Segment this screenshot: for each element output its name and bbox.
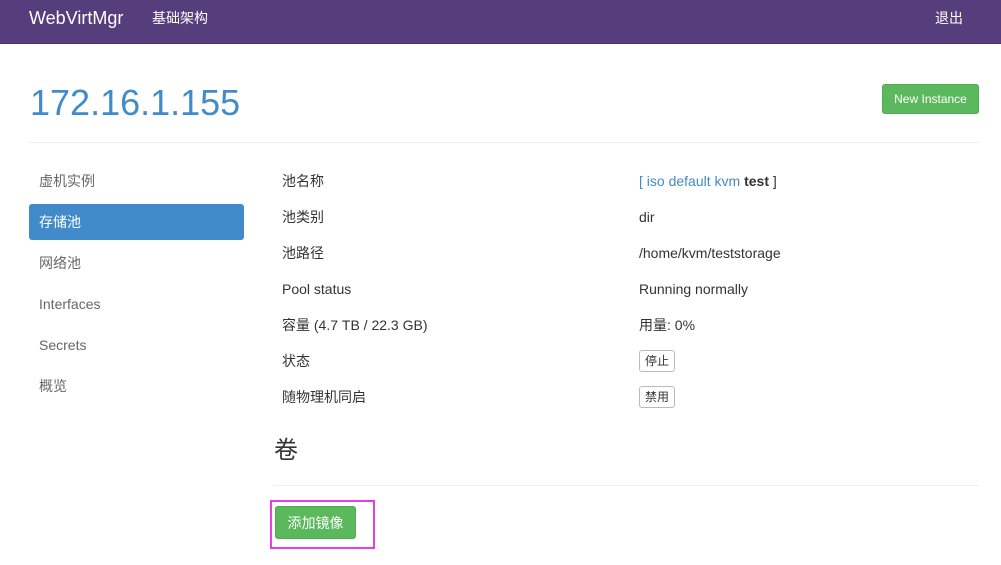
sidebar-item-instances[interactable]: 虚机实例 [29, 163, 244, 199]
table-row: 随物理机同启 禁用 [273, 379, 979, 417]
volumes-divider [273, 485, 979, 486]
capacity-label-group: 容量 (4.7 TB / 22.3 GB) [282, 307, 428, 343]
pool-info-table: 池名称 [ iso default kvm test ] 池类别 dir 池路径… [273, 163, 979, 417]
disable-autostart-button[interactable]: 禁用 [639, 386, 676, 408]
volumes-heading: 卷 [274, 437, 298, 464]
sidebar-item-overview[interactable]: 概览 [29, 368, 244, 404]
pool-status-label: Pool status [282, 281, 352, 297]
bracket-open: [ [639, 173, 643, 189]
table-row: 池路径 /home/kvm/teststorage [273, 235, 979, 271]
pool-link-iso[interactable]: iso [647, 173, 665, 189]
pool-type-label: 池类别 [282, 209, 324, 225]
sidebar-nav: 虚机实例 存储池 网络池 Interfaces Secrets 概览 [29, 163, 244, 409]
capacity-value: (4.7 TB / 22.3 GB) [313, 317, 428, 333]
sidebar-item-secrets[interactable]: Secrets [29, 327, 244, 363]
page-title: 172.16.1.155 [30, 82, 241, 123]
pool-list: [ iso default kvm test ] [639, 163, 777, 199]
pool-path-value: /home/kvm/teststorage [639, 245, 781, 261]
new-instance-button[interactable]: New Instance [882, 84, 979, 114]
pool-status-value: Running normally [639, 281, 748, 297]
pool-link-default[interactable]: default [669, 173, 711, 189]
pool-path-label: 池路径 [282, 245, 324, 261]
table-row: 池类别 dir [273, 199, 979, 235]
brand-link[interactable]: WebVirtMgr [29, 0, 123, 44]
sidebar-item-storage-pools[interactable]: 存储池 [29, 204, 244, 240]
pool-name-label: 池名称 [282, 173, 324, 189]
state-label: 状态 [282, 353, 310, 369]
bracket-close: ] [772, 173, 777, 189]
autostart-label: 随物理机同启 [282, 389, 366, 405]
pool-type-value: dir [639, 209, 655, 225]
usage-value: 用量: 0% [639, 317, 696, 333]
logout-link[interactable]: 退出 [935, 0, 963, 44]
sidebar-item-network-pools[interactable]: 网络池 [29, 245, 244, 281]
pool-current: test [744, 173, 769, 189]
sidebar-item-interfaces[interactable]: Interfaces [29, 286, 244, 322]
table-row: Pool status Running normally [273, 271, 979, 307]
infrastructure-link[interactable]: 基础架构 [152, 0, 208, 44]
pool-link-kvm[interactable]: kvm [715, 173, 741, 189]
capacity-label: 容量 [282, 317, 310, 333]
table-row: 池名称 [ iso default kvm test ] [273, 163, 979, 199]
title-divider [29, 142, 979, 143]
top-navbar: WebVirtMgr 基础架构 退出 [0, 0, 1001, 44]
table-row: 状态 停止 [273, 343, 979, 379]
table-row: 容量 (4.7 TB / 22.3 GB) 用量: 0% [273, 307, 979, 343]
stop-button[interactable]: 停止 [639, 350, 676, 372]
add-image-button[interactable]: 添加镜像 [275, 506, 356, 539]
